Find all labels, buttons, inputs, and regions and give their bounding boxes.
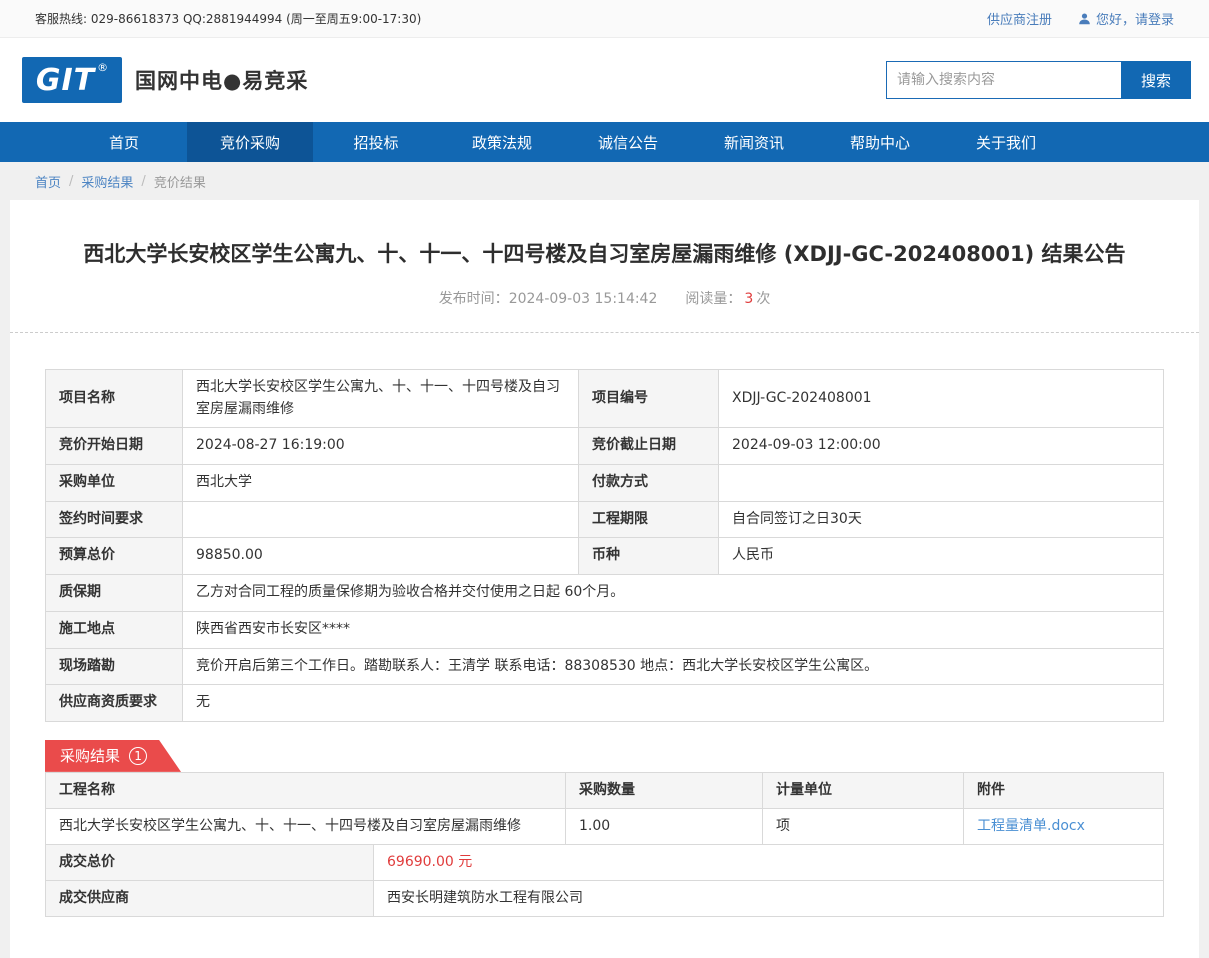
- article-meta: 发布时间：2024-09-03 15:14:42 阅读量：3次: [10, 288, 1199, 308]
- deal-total-value: 69690.00 元: [374, 844, 1164, 880]
- user-icon: [1078, 12, 1091, 25]
- nav-item-bidding-procurement[interactable]: 竞价采购: [187, 122, 313, 162]
- breadcrumb-current: 竞价结果: [154, 172, 206, 191]
- result-count-badge: 1: [129, 747, 147, 765]
- procurement-result-badge: 采购结果 1: [45, 740, 181, 772]
- search-input[interactable]: [886, 61, 1121, 99]
- page-title: 西北大学长安校区学生公寓九、十、十一、十四号楼及自习室房屋漏雨维修 (XDJJ-…: [10, 200, 1199, 268]
- field-value: 竞价开启后第三个工作日。踏勘联系人：王清学 联系电话：88308530 地点：西…: [183, 648, 1164, 685]
- field-value: XDJJ-GC-202408001: [719, 370, 1164, 428]
- field-label: 预算总价: [46, 538, 183, 575]
- field-label: 质保期: [46, 575, 183, 612]
- field-label: 币种: [579, 538, 719, 575]
- nav-item-home[interactable]: 首页: [61, 122, 187, 162]
- column-header: 工程名称: [46, 772, 566, 808]
- unit-cell: 项: [763, 808, 964, 844]
- field-label: 工程期限: [579, 501, 719, 538]
- table-row: 采购单位 西北大学 付款方式: [46, 465, 1164, 502]
- breadcrumb-home[interactable]: 首页: [35, 172, 61, 191]
- search-bar: 搜索: [886, 61, 1191, 99]
- views-label: 阅读量：: [685, 291, 741, 307]
- field-value: 乙方对合同工程的质量保修期为验收合格并交付使用之日起 60个月。: [183, 575, 1164, 612]
- field-label: 供应商资质要求: [46, 685, 183, 722]
- main-nav: 首页 竞价采购 招投标 政策法规 诚信公告 新闻资讯 帮助中心 关于我们: [0, 122, 1209, 162]
- procurement-result-badge-label: 采购结果: [60, 745, 120, 766]
- topbar-links: 供应商注册 您好，请登录: [987, 9, 1174, 28]
- table-row: 竞价开始日期 2024-08-27 16:19:00 竞价截止日期 2024-0…: [46, 428, 1164, 465]
- budget-total-value: 98850.00: [183, 538, 579, 575]
- table-row: 成交总价 69690.00 元: [46, 844, 1164, 880]
- field-label: 竞价截止日期: [579, 428, 719, 465]
- login-link-label: 您好，请登录: [1096, 9, 1174, 28]
- content-card: 西北大学长安校区学生公寓九、十、十一、十四号楼及自习室房屋漏雨维修 (XDJJ-…: [10, 200, 1199, 958]
- table-row: 项目名称 西北大学长安校区学生公寓九、十、十一、十四号楼及自习室房屋漏雨维修 项…: [46, 370, 1164, 428]
- views-unit: 次: [756, 291, 770, 307]
- field-value: 无: [183, 685, 1164, 722]
- field-label: 签约时间要求: [46, 501, 183, 538]
- registered-mark-icon: ®: [97, 61, 108, 75]
- table-row: 供应商资质要求 无: [46, 685, 1164, 722]
- project-detail-table: 项目名称 西北大学长安校区学生公寓九、十、十一、十四号楼及自习室房屋漏雨维修 项…: [45, 369, 1164, 722]
- column-header: 计量单位: [763, 772, 964, 808]
- service-hotline: 客服热线: 029-86618373 QQ:2881944994 (周一至周五9…: [35, 10, 421, 27]
- field-label: 项目名称: [46, 370, 183, 428]
- dashed-divider: [10, 332, 1199, 333]
- views-count: 3: [744, 291, 753, 307]
- table-row: 西北大学长安校区学生公寓九、十、十一、十四号楼及自习室房屋漏雨维修 1.00 项…: [46, 808, 1164, 844]
- breadcrumb: 首页 / 采购结果 / 竞价结果: [0, 162, 1209, 200]
- field-label: 施工地点: [46, 611, 183, 648]
- field-value: [183, 501, 579, 538]
- search-button[interactable]: 搜索: [1121, 61, 1191, 99]
- table-row: 现场踏勘 竞价开启后第三个工作日。踏勘联系人：王清学 联系电话：88308530…: [46, 648, 1164, 685]
- publish-time-value: 2024-09-03 15:14:42: [509, 291, 658, 307]
- attachment-link[interactable]: 工程量清单.docx: [977, 818, 1085, 834]
- field-value: 人民币: [719, 538, 1164, 575]
- field-value: 2024-09-03 12:00:00: [719, 428, 1164, 465]
- site-header: GIT ® 国网中电●易竞采 搜索: [0, 38, 1209, 122]
- field-label: 项目编号: [579, 370, 719, 428]
- field-value: [719, 465, 1164, 502]
- quantity-cell: 1.00: [566, 808, 763, 844]
- table-row: 预算总价 98850.00 币种 人民币: [46, 538, 1164, 575]
- table-row: 施工地点 陕西省西安市长安区****: [46, 611, 1164, 648]
- supplier-register-link[interactable]: 供应商注册: [987, 9, 1052, 28]
- column-header: 附件: [964, 772, 1164, 808]
- nav-item-tendering[interactable]: 招投标: [313, 122, 439, 162]
- top-utility-bar: 客服热线: 029-86618373 QQ:2881944994 (周一至周五9…: [0, 0, 1209, 38]
- site-name: 国网中电●易竞采: [135, 65, 308, 95]
- field-value: 2024-08-27 16:19:00: [183, 428, 579, 465]
- field-label: 竞价开始日期: [46, 428, 183, 465]
- logo-text: GIT: [36, 61, 95, 101]
- publish-time-label: 发布时间：: [439, 291, 509, 307]
- login-link[interactable]: 您好，请登录: [1078, 9, 1174, 28]
- winning-supplier-label: 成交供应商: [46, 880, 374, 916]
- field-label: 付款方式: [579, 465, 719, 502]
- deal-total-label: 成交总价: [46, 844, 374, 880]
- nav-item-integrity-notice[interactable]: 诚信公告: [565, 122, 691, 162]
- breadcrumb-procurement-results[interactable]: 采购结果: [81, 172, 133, 191]
- field-label: 采购单位: [46, 465, 183, 502]
- nav-item-news[interactable]: 新闻资讯: [691, 122, 817, 162]
- field-value: 西北大学长安校区学生公寓九、十、十一、十四号楼及自习室房屋漏雨维修: [183, 370, 579, 428]
- table-row: 成交供应商 西安长明建筑防水工程有限公司: [46, 880, 1164, 916]
- field-value: 陕西省西安市长安区****: [183, 611, 1164, 648]
- field-label: 现场踏勘: [46, 648, 183, 685]
- breadcrumb-separator: /: [69, 174, 73, 189]
- field-value: 自合同签订之日30天: [719, 501, 1164, 538]
- field-value: 西北大学: [183, 465, 579, 502]
- site-logo[interactable]: GIT ®: [22, 57, 122, 103]
- winning-supplier-value: 西安长明建筑防水工程有限公司: [374, 880, 1164, 916]
- breadcrumb-separator: /: [141, 174, 145, 189]
- procurement-result-table: 工程名称 采购数量 计量单位 附件 西北大学长安校区学生公寓九、十、十一、十四号…: [45, 772, 1164, 845]
- table-row: 签约时间要求 工程期限 自合同签订之日30天: [46, 501, 1164, 538]
- nav-item-policies[interactable]: 政策法规: [439, 122, 565, 162]
- table-row: 质保期 乙方对合同工程的质量保修期为验收合格并交付使用之日起 60个月。: [46, 575, 1164, 612]
- project-name-cell: 西北大学长安校区学生公寓九、十、十一、十四号楼及自习室房屋漏雨维修: [46, 808, 566, 844]
- deal-summary-table: 成交总价 69690.00 元 成交供应商 西安长明建筑防水工程有限公司: [45, 844, 1164, 917]
- table-header-row: 工程名称 采购数量 计量单位 附件: [46, 772, 1164, 808]
- nav-item-about-us[interactable]: 关于我们: [943, 122, 1069, 162]
- nav-item-help-center[interactable]: 帮助中心: [817, 122, 943, 162]
- column-header: 采购数量: [566, 772, 763, 808]
